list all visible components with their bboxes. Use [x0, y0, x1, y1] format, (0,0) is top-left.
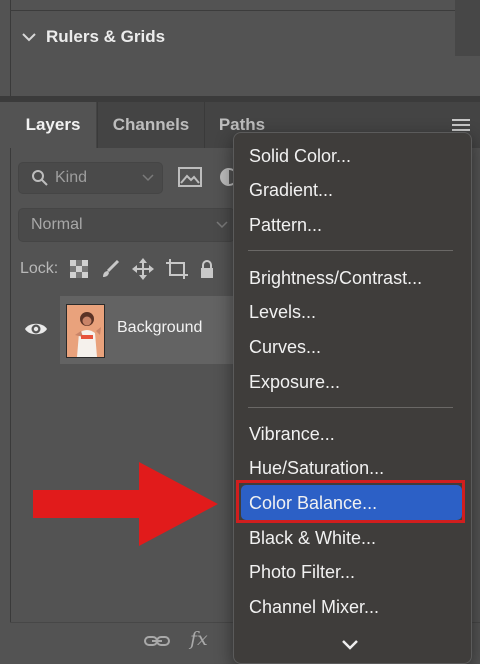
move-icon[interactable]: [132, 258, 155, 280]
eye-icon[interactable]: [24, 320, 48, 338]
layer-thumbnail-image: [67, 305, 104, 357]
tab-channels[interactable]: Channels: [97, 102, 205, 148]
menu-item-levels[interactable]: Levels...: [249, 301, 316, 323]
menu-item-brightness-contrast[interactable]: Brightness/Contrast...: [249, 267, 422, 289]
menu-item-pattern[interactable]: Pattern...: [249, 214, 322, 236]
red-arrow-annotation: [33, 462, 218, 546]
lock-icon[interactable]: [200, 260, 214, 278]
divider: [10, 10, 455, 11]
lock-transparent-pixels-icon[interactable]: [70, 260, 89, 278]
section-title: Rulers & Grids: [46, 27, 166, 46]
tab-label: Layers: [25, 115, 81, 134]
menu-item-vibrance[interactable]: Vibrance...: [249, 423, 335, 445]
blend-mode-value: Normal: [31, 216, 83, 233]
chevron-down-icon: [216, 221, 228, 229]
adjustment-filter-icon[interactable]: [218, 167, 234, 187]
search-icon: [32, 170, 48, 186]
chevron-down-icon: [22, 33, 36, 42]
panel-scrollbar[interactable]: [455, 0, 480, 56]
menu-item-hue-saturation[interactable]: Hue/Saturation...: [249, 457, 384, 479]
properties-panel: [10, 0, 456, 96]
artboard-icon[interactable]: [166, 259, 189, 279]
brush-icon[interactable]: [100, 259, 120, 279]
lock-row: Lock:: [20, 254, 214, 284]
rulers-grids-section-header[interactable]: Rulers & Grids: [22, 26, 165, 48]
menu-item-channel-mixer[interactable]: Channel Mixer...: [249, 596, 379, 618]
layer-thumbnail[interactable]: [66, 304, 105, 358]
filter-kind-select[interactable]: Kind: [18, 162, 163, 194]
lock-label: Lock:: [20, 260, 59, 277]
tab-label: Channels: [112, 115, 190, 134]
red-highlight-box-annotation: [236, 480, 465, 523]
panel-menu-icon[interactable]: [452, 118, 470, 132]
blend-mode-select[interactable]: Normal: [18, 208, 235, 242]
filter-kind-label: Kind: [55, 169, 88, 186]
adjustment-layer-menu: [233, 132, 472, 664]
menu-item-curves[interactable]: Curves...: [249, 336, 321, 358]
menu-item-black-white[interactable]: Black & White...: [249, 527, 376, 549]
menu-separator: [248, 250, 453, 251]
link-icon[interactable]: [144, 632, 170, 650]
image-filter-icon[interactable]: [178, 167, 202, 187]
menu-item-photo-filter[interactable]: Photo Filter...: [249, 561, 355, 583]
layer-name: Background: [117, 319, 203, 336]
menu-item-exposure[interactable]: Exposure...: [249, 371, 340, 393]
chevron-down-icon: [142, 174, 154, 182]
menu-item-solid-color[interactable]: Solid Color...: [249, 145, 351, 167]
menu-separator: [248, 407, 453, 408]
fx-icon[interactable]: fx: [190, 628, 208, 650]
menu-item-gradient[interactable]: Gradient...: [249, 179, 333, 201]
chevron-down-icon[interactable]: [340, 638, 360, 652]
tab-layers[interactable]: Layers: [10, 102, 96, 148]
